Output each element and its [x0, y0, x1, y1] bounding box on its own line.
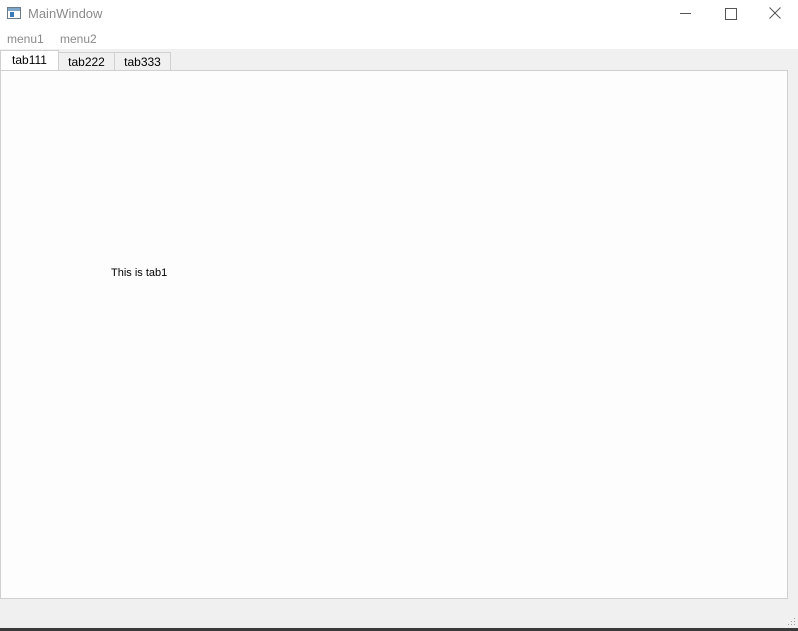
tab-tab333[interactable]: tab333	[114, 52, 171, 71]
window-title: MainWindow	[28, 6, 103, 21]
close-button[interactable]	[752, 0, 798, 28]
tab-tab222[interactable]: tab222	[58, 52, 115, 71]
menu-item-menu1[interactable]: menu1	[7, 32, 44, 46]
close-icon	[769, 7, 781, 19]
main-window: MainWindow menu1 menu2 tab222 tab333 tab…	[0, 0, 798, 631]
tab-strip: tab222 tab333 tab111	[0, 50, 798, 71]
size-grip-icon[interactable]	[786, 616, 796, 626]
maximize-button[interactable]	[708, 0, 754, 28]
tab-tab111[interactable]: tab111	[0, 50, 59, 71]
minimize-button[interactable]	[662, 0, 708, 28]
menu-item-menu2[interactable]: menu2	[60, 32, 97, 46]
status-bar	[0, 600, 798, 628]
app-window-icon[interactable]	[7, 7, 21, 19]
menu-bar: menu1 menu2	[0, 28, 798, 49]
title-bar[interactable]: MainWindow	[0, 0, 798, 28]
tab-content-panel: This is tab1	[0, 70, 788, 599]
tab-content-label: This is tab1	[111, 267, 168, 279]
